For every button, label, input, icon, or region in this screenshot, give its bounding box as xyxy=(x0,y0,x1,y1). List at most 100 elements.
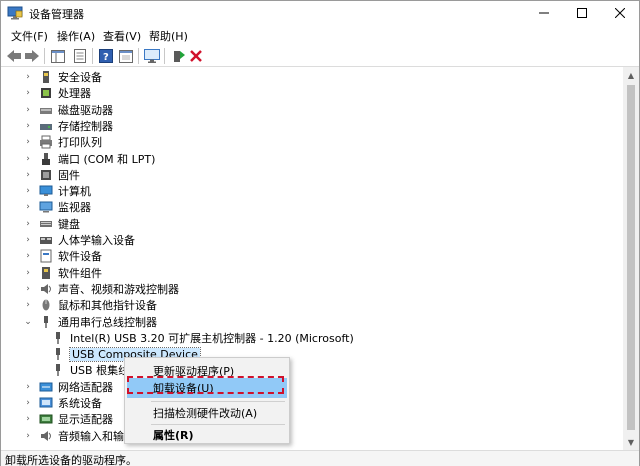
toolbar: ? xyxy=(1,45,639,67)
back-arrow-icon xyxy=(7,50,21,62)
back-button[interactable] xyxy=(5,47,23,65)
collapsed-chevron-icon[interactable]: › xyxy=(23,379,33,395)
status-text: 卸载所选设备的驱动程序。 xyxy=(5,454,137,466)
collapsed-chevron-icon[interactable]: › xyxy=(23,134,33,150)
collapsed-chevron-icon[interactable]: › xyxy=(23,69,33,85)
collapsed-chevron-icon[interactable]: › xyxy=(23,395,33,411)
tree-item[interactable]: › 打印队列 xyxy=(23,134,102,150)
tree-item-label: 声音、视频和游戏控制器 xyxy=(58,282,179,296)
tree-item-label: 固件 xyxy=(58,168,80,182)
sound-icon xyxy=(41,283,51,294)
collapsed-chevron-icon[interactable]: › xyxy=(23,102,33,118)
collapsed-chevron-icon[interactable]: › xyxy=(23,248,33,264)
collapsed-chevron-icon[interactable]: › xyxy=(23,199,33,215)
collapsed-chevron-icon[interactable]: › xyxy=(23,118,33,134)
menu-action[interactable]: 操作(A) xyxy=(57,28,95,44)
collapsed-chevron-icon[interactable]: › xyxy=(23,183,33,199)
collapsed-chevron-icon[interactable]: › xyxy=(23,411,33,427)
software-component-icon xyxy=(42,266,50,279)
tree-item[interactable]: › 显示适配器 xyxy=(23,411,113,427)
update-driver-button[interactable] xyxy=(169,47,187,65)
tree-item-label: 软件设备 xyxy=(58,250,102,264)
collapsed-chevron-icon[interactable]: › xyxy=(23,281,33,297)
help-button[interactable]: ? xyxy=(97,47,115,65)
computer-icon xyxy=(39,185,53,197)
maximize-icon xyxy=(577,8,587,18)
scroll-thumb[interactable] xyxy=(627,85,635,430)
collapsed-chevron-icon[interactable]: › xyxy=(23,232,33,248)
close-icon xyxy=(615,8,625,18)
tree-item[interactable]: › 系统设备 xyxy=(23,395,102,411)
tree-item[interactable]: › 计算机 xyxy=(23,183,91,199)
tree-item[interactable]: ⌄ 通用串行总线控制器 xyxy=(23,314,157,330)
collapsed-chevron-icon[interactable]: › xyxy=(23,265,33,281)
tree-item[interactable]: › 软件设备 xyxy=(23,248,102,264)
tree-item-label: 处理器 xyxy=(58,87,91,101)
properties-button[interactable] xyxy=(71,47,89,65)
monitor-icon xyxy=(39,201,53,213)
device-manager-icon xyxy=(7,6,23,20)
close-button[interactable] xyxy=(601,1,639,25)
menu-view[interactable]: 查看(V) xyxy=(103,28,141,44)
tree-item[interactable]: › 固件 xyxy=(23,167,80,183)
usb-icon xyxy=(56,348,60,361)
tree-item[interactable]: › 声音、视频和游戏控制器 xyxy=(23,281,179,297)
tree-item[interactable]: › 网络适配器 xyxy=(23,379,113,395)
tree-item-label: 通用串行总线控制器 xyxy=(58,315,157,329)
view-button[interactable] xyxy=(117,47,135,65)
tree-item-label: 打印队列 xyxy=(58,136,102,150)
usb-controller-icon xyxy=(44,315,48,328)
hid-icon xyxy=(40,237,52,244)
scroll-up-arrow-icon[interactable]: ▲ xyxy=(623,67,639,83)
tree-item-label: 鼠标和其他指针设备 xyxy=(58,299,157,313)
forward-button[interactable] xyxy=(23,47,41,65)
collapsed-chevron-icon[interactable]: › xyxy=(23,151,33,167)
menu-help[interactable]: 帮助(H) xyxy=(149,28,188,44)
tree-item[interactable]: › 处理器 xyxy=(23,85,91,101)
tree-item[interactable]: › 存储控制器 xyxy=(23,118,113,134)
uninstall-device-button[interactable] xyxy=(187,47,205,65)
annotation-highlight-box xyxy=(127,376,284,394)
vertical-scrollbar[interactable]: ▲ ▼ xyxy=(623,67,639,450)
minimize-button[interactable] xyxy=(525,1,563,25)
collapsed-chevron-icon[interactable]: › xyxy=(23,297,33,313)
tree-item[interactable]: › 监视器 xyxy=(23,199,91,215)
context-properties[interactable]: 属性(R) xyxy=(127,425,287,445)
delete-x-icon xyxy=(190,50,202,62)
tree-item[interactable]: › 键盘 xyxy=(23,216,80,232)
menu-file[interactable]: 文件(F) xyxy=(11,28,48,44)
show-hide-console-tree-button[interactable] xyxy=(49,47,67,65)
device-manager-window: 设备管理器 文件(F) 操作(A) 查看(V) 帮助(H) ? › 安全设备 ›… xyxy=(0,0,640,466)
collapsed-chevron-icon[interactable]: › xyxy=(23,167,33,183)
scroll-down-arrow-icon[interactable]: ▼ xyxy=(623,434,639,450)
tree-item[interactable]: › 人体学输入设备 xyxy=(23,232,135,248)
forward-arrow-icon xyxy=(25,50,39,62)
context-scan-hardware[interactable]: 扫描检测硬件改动(A) xyxy=(127,403,287,423)
tree-item[interactable]: Intel(R) USB 3.20 可扩展主机控制器 - 1.20 (Micro… xyxy=(41,330,354,346)
software-device-icon xyxy=(40,249,52,263)
tree-item[interactable]: › 安全设备 xyxy=(23,69,102,85)
toolbar-separator xyxy=(92,48,93,64)
port-icon xyxy=(42,152,50,165)
disk-drive-icon xyxy=(40,107,52,114)
tree-item[interactable]: › 音频输入和输出 xyxy=(23,428,135,444)
maximize-button[interactable] xyxy=(563,1,601,25)
tree-item[interactable]: › 端口 (COM 和 LPT) xyxy=(23,151,155,167)
collapsed-chevron-icon[interactable]: › xyxy=(23,85,33,101)
properties-sheet-icon xyxy=(74,49,86,63)
tree-item-label: 存储控制器 xyxy=(58,119,113,133)
audio-io-icon xyxy=(41,430,51,441)
console-tree-icon xyxy=(51,49,65,63)
tree-item[interactable]: › 磁盘驱动器 xyxy=(23,102,113,118)
scan-hardware-button[interactable] xyxy=(143,47,161,65)
mouse-icon xyxy=(42,299,50,311)
tree-item-label: 键盘 xyxy=(58,217,80,231)
tree-item[interactable]: › 鼠标和其他指针设备 xyxy=(23,297,157,313)
toolbar-separator xyxy=(44,48,45,64)
expanded-chevron-icon[interactable]: ⌄ xyxy=(23,314,33,330)
tree-item[interactable]: › 软件组件 xyxy=(23,265,102,281)
toolbar-separator xyxy=(138,48,139,64)
collapsed-chevron-icon[interactable]: › xyxy=(23,216,33,232)
collapsed-chevron-icon[interactable]: › xyxy=(23,428,33,444)
tree-item-label: 端口 (COM 和 LPT) xyxy=(58,152,156,166)
